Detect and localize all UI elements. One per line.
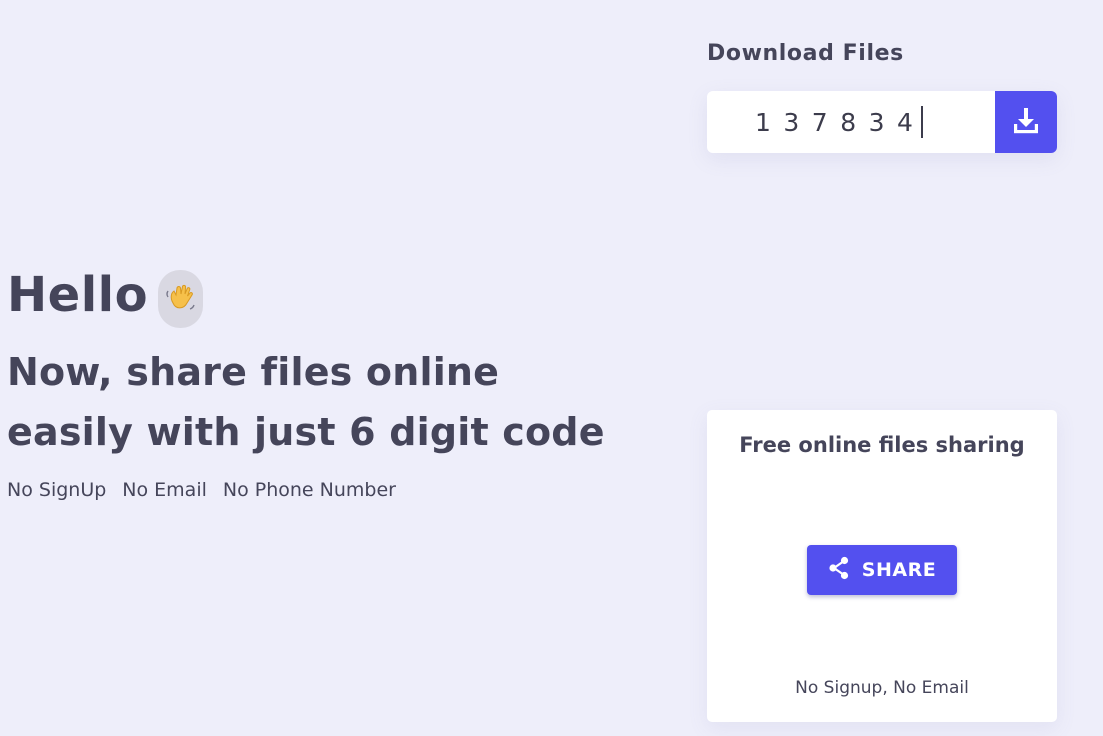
feature-no-email: No Email: [122, 479, 207, 501]
text-caret: [921, 106, 923, 138]
download-icon: [1013, 107, 1039, 138]
hero-headline: Now, share files online easily with just…: [7, 350, 605, 454]
feature-no-phone: No Phone Number: [222, 479, 396, 501]
download-code-box: 137834: [707, 91, 1057, 153]
download-code-input[interactable]: 137834: [707, 91, 995, 153]
feature-list: No SignUp No Email No Phone Number: [7, 479, 412, 501]
download-code-value: 137834: [755, 107, 926, 137]
share-card-note: No Signup, No Email: [795, 678, 969, 698]
share-card: Free online files sharing SHARE No Signu…: [707, 410, 1057, 722]
share-card-title: Free online files sharing: [739, 433, 1025, 457]
greeting-text: Hello: [7, 267, 149, 323]
share-button[interactable]: SHARE: [807, 545, 957, 595]
download-button[interactable]: [995, 91, 1057, 153]
waving-hand-icon: [158, 270, 204, 328]
greeting-row: Hello: [7, 262, 204, 328]
share-button-label: SHARE: [861, 559, 937, 581]
feature-no-signup: No SignUp: [7, 479, 107, 501]
share-icon: [828, 556, 850, 584]
download-files-title: Download Files: [707, 41, 904, 66]
